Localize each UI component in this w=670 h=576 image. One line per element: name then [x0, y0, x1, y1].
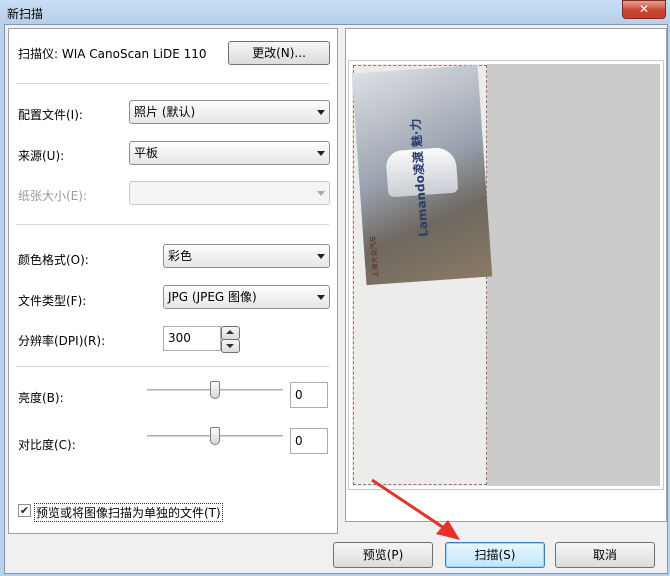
source-select[interactable]: 平板: [129, 141, 330, 165]
divider: [16, 366, 329, 367]
separate-files-checkbox[interactable]: ✔: [18, 504, 31, 517]
change-scanner-button[interactable]: 更改(N)...: [228, 41, 330, 65]
scanned-photo: Lamando凌渡 魅·力 上海大众汽车: [351, 64, 493, 286]
color-format-label: 颜色格式(O):: [18, 253, 89, 267]
paper-size-select: [129, 181, 330, 205]
color-format-value: 彩色: [168, 249, 193, 263]
file-type-select[interactable]: JPG (JPEG 图像): [163, 285, 330, 309]
spin-down-button[interactable]: [221, 339, 240, 353]
separate-files-label[interactable]: 预览或将图像扫描为单独的文件(T): [34, 503, 223, 522]
arrow-head: [436, 520, 460, 540]
resolution-input[interactable]: 300: [163, 326, 221, 351]
profile-label: 配置文件(I):: [18, 108, 83, 122]
chevron-down-icon: [317, 151, 325, 156]
resolution-spinner[interactable]: [221, 326, 240, 353]
unscanned-region: [487, 64, 660, 486]
contrast-slider-thumb[interactable]: [210, 427, 220, 445]
preview-button[interactable]: 预览(P): [333, 542, 433, 568]
divider: [16, 83, 329, 84]
close-icon: ✕: [638, 2, 650, 16]
ad-brand: 上海大众汽车: [369, 235, 381, 278]
paper-size-label: 纸张大小(E):: [18, 189, 87, 203]
brightness-input[interactable]: 0: [290, 382, 328, 408]
profile-select[interactable]: 照片 (默认): [129, 100, 330, 124]
title-bar: [0, 0, 670, 24]
profile-value: 照片 (默认): [134, 105, 196, 119]
chevron-down-icon: [226, 344, 234, 348]
contrast-input[interactable]: 0: [290, 428, 328, 454]
arrow-shaft: [371, 478, 451, 534]
file-type-value: JPG (JPEG 图像): [168, 290, 257, 304]
source-value: 平板: [134, 146, 159, 160]
brightness-label: 亮度(B):: [18, 391, 64, 405]
annotation-arrow: [371, 478, 460, 540]
chevron-down-icon: [317, 295, 325, 300]
resolution-label: 分辨率(DPI)(R):: [18, 334, 106, 348]
file-type-label: 文件类型(F):: [18, 294, 87, 308]
preview-area: Lamando凌渡 魅·力 上海大众汽车: [348, 60, 664, 490]
contrast-label: 对比度(C):: [18, 438, 76, 452]
window-title: 新扫描: [7, 7, 44, 21]
color-format-select[interactable]: 彩色: [163, 244, 330, 268]
scanner-label: 扫描仪: WIA CanoScan LiDE 110: [18, 47, 207, 61]
spin-up-button[interactable]: [221, 326, 240, 340]
chevron-up-icon: [226, 330, 234, 334]
source-label: 来源(U):: [18, 149, 65, 163]
brightness-slider-thumb[interactable]: [210, 381, 220, 399]
chevron-down-icon: [317, 110, 325, 115]
scan-button[interactable]: 扫描(S): [445, 542, 545, 568]
checkmark-icon: ✔: [19, 504, 30, 517]
divider: [16, 224, 329, 225]
cancel-button[interactable]: 取消: [555, 542, 655, 568]
close-button[interactable]: ✕: [622, 0, 666, 19]
chevron-down-icon: [317, 254, 325, 259]
chevron-down-icon: [317, 191, 325, 196]
